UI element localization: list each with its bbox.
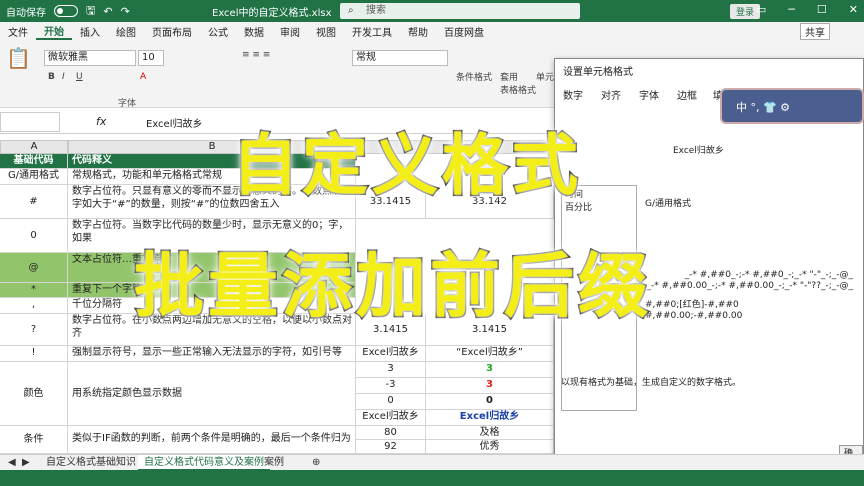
tab-help[interactable]: 帮助 — [400, 24, 436, 39]
header-cell-code[interactable]: 基础代码 — [0, 154, 68, 169]
autosave-label: 自动保存 — [6, 7, 46, 19]
dialog-tab-border[interactable]: 边框 — [677, 87, 697, 102]
table-cell[interactable]: ! — [0, 346, 68, 362]
title-bar: 自动保存 🖫 ↶ ↷ Excel中的自定义格式.xlsx ⌕ 搜索 登录 ▭ ─… — [0, 0, 864, 22]
formula-input[interactable]: Excel归故乡 — [146, 115, 203, 130]
table-cell[interactable]: Excel归故乡 — [356, 346, 426, 362]
overlay-title-line1: 自定义格式 — [231, 126, 582, 206]
table-cell[interactable]: Excel归故乡 — [426, 410, 554, 426]
fx-icon[interactable]: fx — [96, 115, 106, 128]
align-icon[interactable]: ≡ ≡ ≡ — [242, 50, 270, 60]
font-size-select[interactable]: 10 — [138, 50, 164, 66]
ribbon-tabs: 文件 开始 插入 绘图 页面布局 公式 数据 审阅 视图 开发工具 帮助 百度网… — [0, 22, 864, 40]
table-cell[interactable]: Excel归故乡 — [356, 410, 426, 426]
status-bar — [0, 470, 864, 486]
format-item[interactable]: #,##0;[红色]-#,##0 — [645, 300, 864, 311]
table-cell[interactable]: 条件 — [0, 426, 68, 454]
table-cell[interactable]: 用系统指定颜色显示数据 — [68, 362, 356, 426]
tab-review[interactable]: 审阅 — [272, 24, 308, 39]
redo-icon[interactable]: ↷ — [121, 5, 130, 18]
table-cell[interactable]: 类似于IF函数的判断，前两个条件是明确的，最后一个条件归为 — [68, 426, 356, 454]
number-format-select[interactable]: 常规 — [352, 50, 448, 66]
tab-view[interactable]: 视图 — [308, 24, 344, 39]
table-cell[interactable]: 优秀 — [426, 440, 554, 454]
paste-icon[interactable]: 📋 — [6, 46, 31, 70]
table-cell[interactable]: @ — [0, 253, 68, 283]
tab-file[interactable]: 文件 — [0, 24, 36, 39]
table-cell[interactable]: , — [0, 298, 68, 314]
table-cell[interactable]: 3 — [426, 378, 554, 394]
underline-icon[interactable]: U — [76, 72, 83, 82]
search-icon: ⌕ — [348, 5, 354, 16]
column-header-a[interactable]: A — [0, 140, 68, 154]
table-cell[interactable]: 92 — [356, 440, 426, 454]
close-icon[interactable]: ✕ — [849, 3, 858, 16]
tab-developer[interactable]: 开发工具 — [344, 24, 400, 39]
font-group-label: 字体 — [118, 99, 137, 109]
sheet-tab[interactable]: 自定义格式基础知识 — [40, 455, 142, 471]
tab-home[interactable]: 开始 — [36, 23, 72, 40]
save-icon[interactable]: 🖫 — [86, 2, 95, 21]
add-sheet-icon[interactable]: ⊕ — [306, 455, 326, 471]
table-cell[interactable]: 强制显示符号，显示一些正常输入无法显示的字符，如引号等 — [68, 346, 356, 362]
tab-baidu[interactable]: 百度网盘 — [436, 24, 492, 39]
tab-draw[interactable]: 绘图 — [108, 24, 144, 39]
table-cell[interactable]: -3 — [356, 378, 426, 394]
table-cell[interactable]: 0 — [356, 394, 426, 410]
sheet-tab[interactable]: 案例 — [258, 455, 290, 471]
tab-data[interactable]: 数据 — [236, 24, 272, 39]
format-item[interactable]: G/通用格式 — [645, 199, 864, 210]
table-cell[interactable]: 颜色 — [0, 362, 68, 426]
table-cell[interactable]: # — [0, 185, 68, 219]
font-name-select[interactable]: 微软雅黑 — [44, 50, 136, 66]
dialog-note: 以现有格式为基础，生成自定义的数字格式。 — [561, 378, 742, 388]
sheet-nav-next-icon[interactable]: ▶ — [16, 455, 36, 471]
bold-icon[interactable]: B — [48, 72, 55, 82]
cell-style-button[interactable]: 单元 — [536, 70, 554, 83]
search-placeholder: 搜索 — [366, 5, 386, 16]
font-color-icon[interactable]: A — [140, 72, 146, 82]
italic-icon[interactable]: I — [62, 72, 65, 82]
avatar-toolbar: 中 °, 👕 ⚙ — [720, 88, 864, 124]
sample-value: Excel归故乡 — [673, 146, 724, 156]
table-cell[interactable]: 3 — [426, 362, 554, 378]
conditional-format-button[interactable]: 条件格式 — [456, 70, 492, 83]
dialog-tab-number[interactable]: 数字 — [563, 87, 583, 102]
share-button[interactable]: 共享 — [800, 23, 830, 40]
input-method-status: 中 °, 👕 ⚙ — [736, 101, 791, 114]
minimize-icon[interactable]: ─ — [788, 3, 795, 16]
table-cell[interactable]: “Excel归故乡” — [426, 346, 554, 362]
search-box[interactable]: ⌕ 搜索 — [340, 3, 580, 19]
format-item[interactable]: #,##0.00;-#,##0.00 — [645, 311, 864, 322]
maximize-icon[interactable]: ☐ — [817, 3, 827, 16]
table-cell[interactable]: G/通用格式 — [0, 169, 68, 185]
table-cell[interactable]: 0 — [0, 219, 68, 253]
document-title: Excel中的自定义格式.xlsx — [212, 8, 332, 19]
table-cell[interactable]: * — [0, 283, 68, 298]
overlay-title-line2: 批量添加前后缀 — [133, 244, 652, 329]
format-item[interactable]: _-* #,##0_-;-* #,##0_-;_-* "-"_-;_-@_ — [645, 270, 864, 281]
table-cell[interactable]: ? — [0, 314, 68, 346]
tab-insert[interactable]: 插入 — [72, 24, 108, 39]
table-cell[interactable]: 80 — [356, 426, 426, 440]
tab-formulas[interactable]: 公式 — [200, 24, 236, 39]
format-item[interactable]: _-* #,##0.00_-;-* #,##0.00_-;_-* "-"??_-… — [645, 281, 864, 292]
dialog-tab-font[interactable]: 字体 — [639, 87, 659, 102]
table-cell[interactable]: 0 — [426, 394, 554, 410]
tab-page-layout[interactable]: 页面布局 — [144, 24, 200, 39]
dialog-title: 设置单元格格式 — [563, 67, 633, 78]
undo-icon[interactable]: ↶ — [103, 5, 112, 18]
autosave-toggle[interactable] — [54, 5, 78, 17]
format-as-table-button[interactable]: 套用 表格格式 — [500, 70, 536, 96]
sheet-tab-bar: ◀ ▶ 自定义格式基础知识 自定义格式代码意义及案例 案例 ⊕ — [0, 454, 864, 471]
ribbon-options-icon[interactable]: ▭ — [756, 3, 766, 16]
sheet-tab-active[interactable]: 自定义格式代码意义及案例 — [138, 455, 270, 471]
dialog-tab-alignment[interactable]: 对齐 — [601, 87, 621, 102]
table-cell[interactable]: 3 — [356, 362, 426, 378]
table-cell[interactable]: 及格 — [426, 426, 554, 440]
name-box[interactable] — [0, 112, 60, 132]
